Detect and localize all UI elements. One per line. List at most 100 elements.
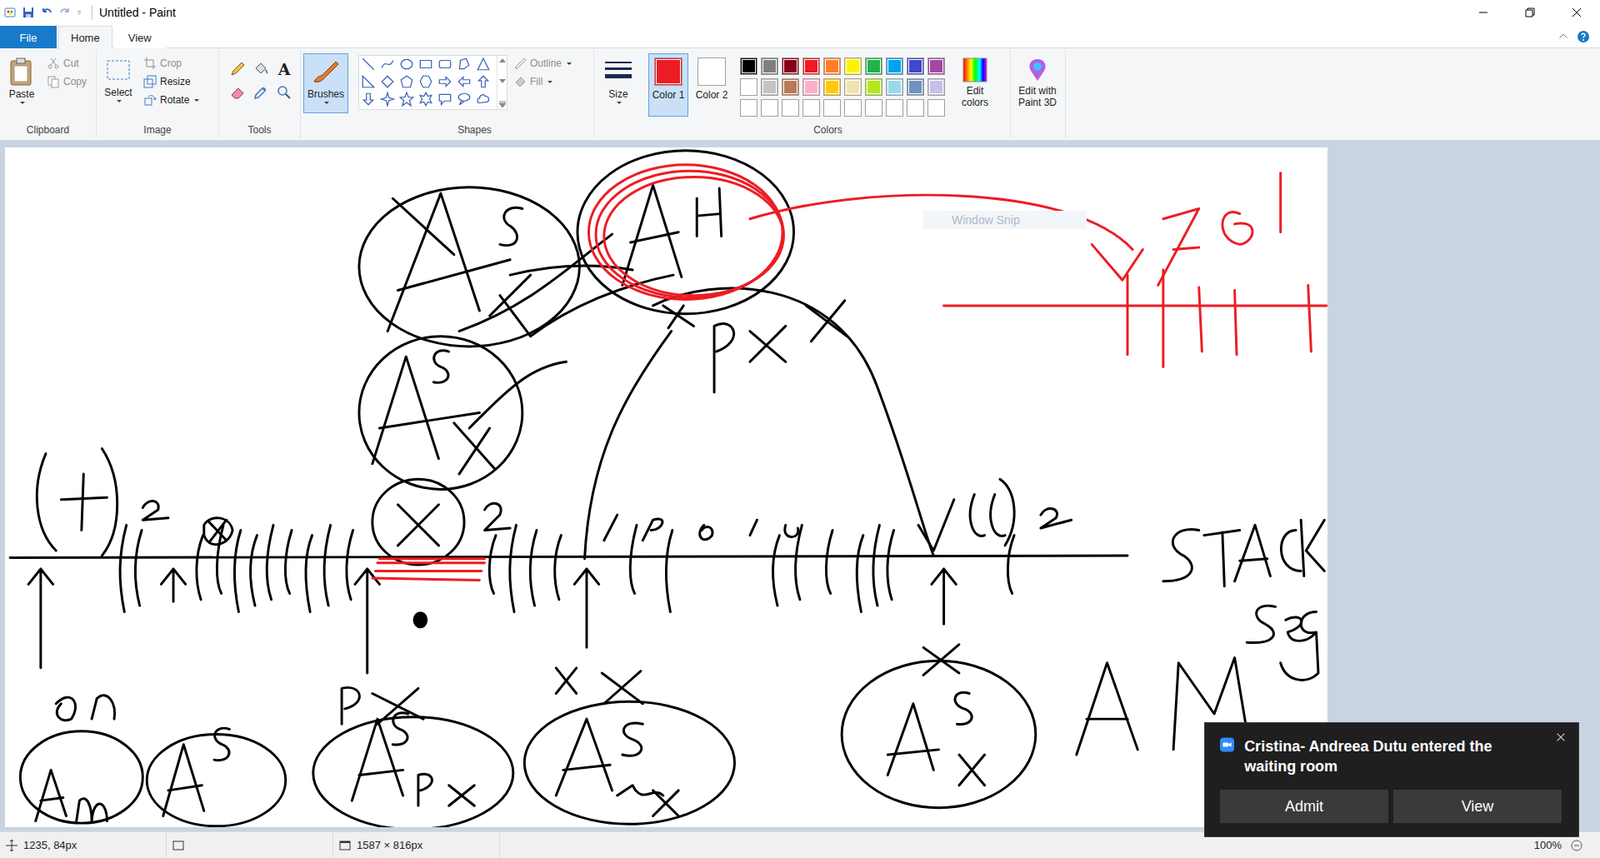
ribbon-tabs: FileHomeView (0, 25, 1600, 48)
palette-swatch[interactable] (740, 99, 758, 117)
edit-colors-button[interactable]: Edit colors (953, 53, 997, 114)
shapes-group: OutlineFillShapes (355, 50, 595, 139)
ribbon-tab[interactable]: View (114, 25, 166, 49)
paint3d-button[interactable]: Edit with Paint 3D (1013, 53, 1062, 114)
palette-swatch[interactable] (781, 78, 800, 96)
palette-swatch[interactable] (927, 99, 945, 117)
pencil-icon (229, 60, 246, 78)
shape-icon (360, 74, 376, 90)
shape-icon (380, 74, 395, 90)
resize-button[interactable]: Resize (140, 73, 202, 90)
zoom-out-icon (1570, 839, 1584, 853)
palette-swatch[interactable] (802, 78, 820, 96)
palette-swatch[interactable] (844, 78, 862, 96)
fill-button[interactable]: Fill (510, 73, 575, 90)
shape-icon (475, 74, 491, 90)
eraser-tool[interactable] (226, 81, 249, 104)
palette-swatch[interactable] (865, 99, 883, 117)
paste-button[interactable]: Paste (2, 53, 41, 114)
palette-swatch[interactable] (885, 78, 904, 96)
shape-icon (399, 74, 415, 90)
palette-swatch[interactable] (865, 78, 883, 96)
select-button[interactable]: Select (99, 53, 138, 114)
text-tool[interactable]: A (273, 58, 295, 80)
color-1-button[interactable]: Color 1 (648, 53, 689, 117)
color-2-button[interactable]: Color 2 (691, 53, 732, 117)
shape-icon (418, 91, 434, 107)
magnifier-icon (275, 84, 293, 101)
size-button[interactable]: Size (596, 53, 640, 114)
palette-swatch[interactable] (844, 57, 862, 75)
pencil-tool[interactable] (226, 58, 249, 80)
palette-swatch[interactable] (885, 99, 904, 117)
outline-button[interactable]: Outline (510, 55, 575, 72)
ribbon-tab[interactable]: File (0, 25, 57, 49)
select-rectangle-icon (104, 56, 133, 85)
color-2-swatch (697, 57, 726, 86)
palette-swatch[interactable] (740, 78, 758, 96)
palette-swatch[interactable] (781, 99, 800, 117)
palette-swatch[interactable] (740, 57, 758, 75)
zoom-app-icon (1220, 736, 1235, 754)
palette-swatch[interactable] (781, 57, 800, 75)
notification-button[interactable]: Admit (1220, 790, 1389, 824)
close-icon (1555, 731, 1567, 744)
palette-swatch[interactable] (906, 99, 925, 117)
palette-swatch[interactable] (823, 78, 841, 96)
minimize-icon (1476, 5, 1490, 20)
close-icon (1570, 5, 1584, 20)
ribbon: PasteCutCopy Clipboard SelectCropResizeRot… (0, 47, 1600, 141)
line-width-icon (603, 56, 634, 87)
palette-swatch[interactable] (906, 78, 925, 96)
restore-button[interactable] (1506, 0, 1554, 25)
shapes-gallery[interactable] (358, 55, 508, 110)
fill-tool[interactable] (250, 58, 272, 80)
palette-swatch[interactable] (823, 57, 841, 75)
restore-icon (1523, 5, 1537, 20)
group-label: Tools (221, 123, 298, 139)
scroll-down-icon (499, 79, 506, 85)
palette-swatch[interactable] (865, 57, 883, 75)
palette-swatch[interactable] (802, 99, 820, 117)
palette-swatch[interactable] (802, 57, 820, 75)
shape-icon (437, 56, 453, 72)
ribbon-tab[interactable]: Home (58, 25, 113, 49)
shape-icon (475, 56, 491, 72)
shape-icon (475, 91, 491, 107)
group-label: Clipboard (2, 123, 94, 139)
outline-icon (513, 56, 527, 70)
color-picker-tool[interactable] (250, 81, 272, 104)
brushes-button[interactable]: Brushes (303, 53, 349, 114)
notification-button[interactable]: View (1393, 790, 1562, 824)
palette-swatch[interactable] (906, 57, 925, 75)
paint3d-group: Edit with Paint 3D (1010, 50, 1066, 139)
crop-button[interactable]: Crop (140, 55, 202, 72)
notification-close[interactable] (1555, 731, 1567, 746)
zoom-control[interactable]: 100% (1534, 839, 1600, 853)
palette-swatch[interactable] (760, 99, 779, 117)
palette-swatch[interactable] (844, 99, 862, 117)
magnifier-tool[interactable] (273, 81, 295, 104)
shape-icon (456, 74, 472, 90)
canvas-size-icon (338, 839, 352, 853)
palette-swatch[interactable] (927, 57, 945, 75)
palette-swatch[interactable] (885, 57, 904, 75)
cut-button[interactable]: Cut (44, 55, 90, 72)
group-label: Image (99, 123, 216, 139)
rotate-button[interactable]: Rotate (140, 91, 202, 109)
customize-dropdown-icon (76, 5, 85, 20)
close-button[interactable] (1553, 0, 1600, 25)
copy-button[interactable]: Copy (44, 73, 90, 90)
canvas[interactable]: Window Snip (5, 147, 1328, 828)
minimize-button[interactable] (1460, 0, 1507, 25)
shape-icon (456, 56, 472, 72)
palette-swatch[interactable] (760, 78, 779, 96)
zoom-notification: Cristina- Andreea Dutu entered the waiti… (1204, 722, 1580, 838)
redo-icon (58, 5, 72, 20)
palette-swatch[interactable] (927, 78, 945, 96)
palette-swatch[interactable] (760, 57, 779, 75)
palette-swatch[interactable] (823, 99, 841, 117)
color-1-swatch (654, 57, 683, 86)
canvas-drawing[interactable] (5, 147, 1328, 828)
selection-size (166, 832, 334, 858)
